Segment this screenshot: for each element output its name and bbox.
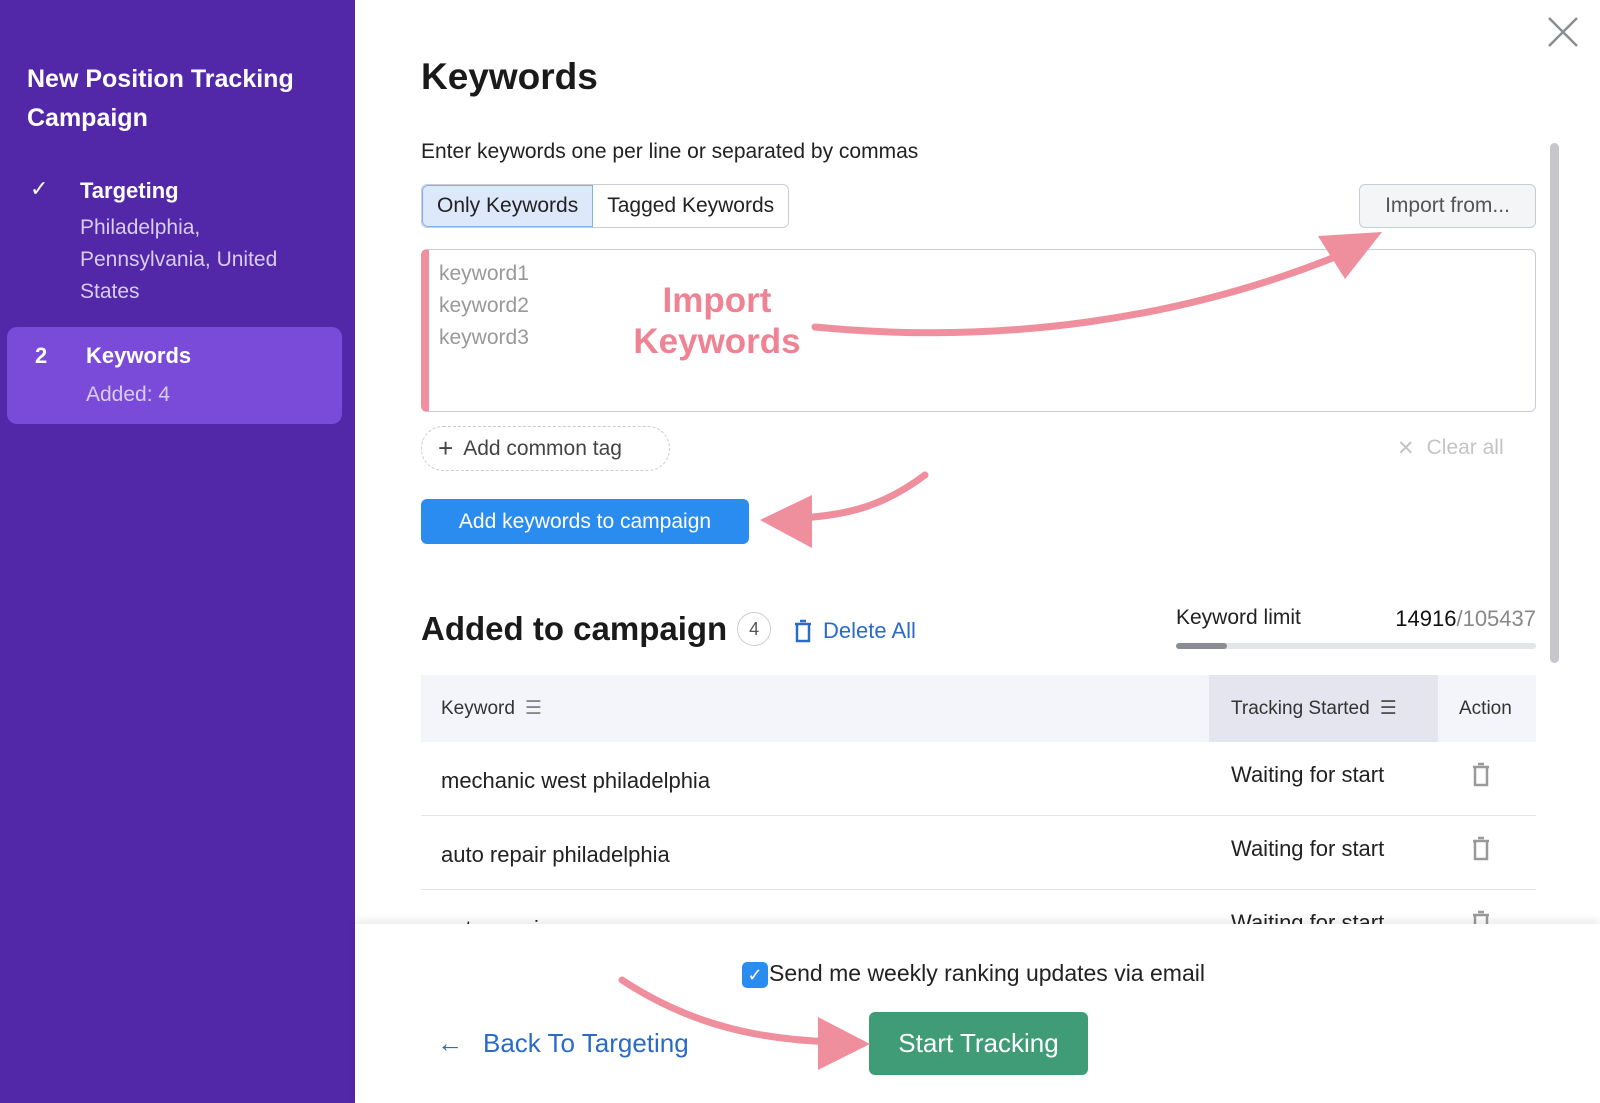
trash-icon[interactable] [1471, 762, 1491, 788]
x-icon: ✕ [1397, 437, 1415, 460]
tab-tagged-keywords[interactable]: Tagged Keywords [593, 185, 788, 227]
back-label: Back To Targeting [483, 1028, 689, 1058]
back-to-targeting-button[interactable]: ← Back To Targeting [437, 1028, 689, 1059]
status-cell: Waiting for start [1231, 762, 1385, 787]
keyword-cell: mechanic west philadelphia [441, 768, 711, 793]
table-row: auto repair philadelphia Waiting for sta… [421, 816, 1536, 890]
col-action: Action [1459, 675, 1512, 742]
add-tag-label: Add common tag [463, 436, 622, 460]
step-detail: Philadelphia, [80, 216, 201, 239]
add-common-tag-button[interactable]: + Add common tag [421, 426, 670, 471]
step-keywords[interactable]: 2 Keywords Added: 4 [7, 327, 342, 424]
col-label: Tracking Started [1231, 697, 1370, 719]
clear-all-label: Clear all [1426, 436, 1504, 459]
keyword-limit: Keyword limit 14916/105437 [1176, 606, 1536, 632]
tab-only-keywords[interactable]: Only Keywords [422, 185, 594, 227]
keyword-used: 14916 [1395, 606, 1457, 631]
delete-all-button[interactable]: Delete All [793, 618, 916, 644]
arrowhead-icon [760, 495, 812, 548]
annotation-arrow-add [796, 471, 929, 522]
scrollbar[interactable] [1550, 143, 1559, 663]
col-label: Action [1459, 697, 1512, 719]
instruction-text: Enter keywords one per line or separated… [421, 140, 919, 163]
col-label: Keyword [441, 697, 515, 719]
status-cell: Waiting for start [1231, 836, 1385, 861]
keyword-total: /105437 [1456, 606, 1536, 631]
arrow-left-icon: ← [437, 1028, 463, 1058]
keyword-limit-bar [1176, 643, 1536, 649]
placeholder-line: keyword1 [439, 262, 529, 285]
keywords-input[interactable]: keyword1 keyword2 keyword3 [421, 249, 1536, 412]
import-from-button[interactable]: Import from... [1359, 184, 1536, 228]
keyword-mode-toggle: Only Keywords Tagged Keywords [421, 184, 790, 228]
email-checkbox[interactable]: ✓ [742, 962, 768, 988]
close-icon[interactable] [1545, 14, 1581, 50]
email-checkbox-label: Send me weekly ranking updates via email [769, 960, 1205, 986]
table-row: mechanic west philadelphia Waiting for s… [421, 742, 1536, 816]
step-detail: Pennsylvania, United [80, 248, 278, 271]
clear-all-button[interactable]: ✕ Clear all [1397, 436, 1504, 461]
campaign-title: New Position Tracking Campaign [27, 65, 294, 132]
table-header: Keyword ☰ Tracking Started ☰ Action [421, 675, 1536, 742]
step-targeting[interactable]: Targeting Philadelphia, Pennsylvania, Un… [80, 178, 277, 308]
sidebar: New Position Tracking Campaign ✓ Targeti… [0, 0, 355, 1103]
col-tracking-started[interactable]: Tracking Started ☰ [1209, 675, 1438, 742]
page-title: Keywords [421, 56, 598, 97]
step-detail: States [80, 280, 140, 303]
added-title: Added to campaign [421, 610, 728, 647]
placeholder-line: keyword2 [439, 294, 529, 317]
keyword-limit-label: Keyword limit [1176, 606, 1301, 629]
step-detail: Added: 4 [86, 383, 171, 406]
plus-icon: + [438, 433, 454, 463]
trash-icon [795, 619, 811, 643]
check-icon: ✓ [30, 176, 49, 201]
start-tracking-button[interactable]: Start Tracking [869, 1012, 1088, 1075]
step-label: Keywords [86, 343, 192, 368]
sort-icon: ☰ [1379, 698, 1397, 719]
step-label: Targeting [80, 178, 179, 203]
add-keywords-button[interactable]: Add keywords to campaign [421, 499, 749, 544]
added-count-badge: 4 [737, 612, 772, 646]
annotation-import-keywords: Import Keywords [633, 281, 801, 361]
added-heading: Added to campaign 4 [421, 610, 772, 648]
keyword-cell: auto repair philadelphia [441, 842, 670, 867]
trash-icon[interactable] [1471, 836, 1491, 862]
sort-icon: ☰ [524, 698, 542, 719]
col-keyword[interactable]: Keyword ☰ [441, 675, 542, 742]
keyword-limit-fill [1176, 643, 1227, 649]
delete-all-label: Delete All [823, 618, 916, 643]
step-number: 2 [35, 343, 48, 368]
placeholder-line: keyword3 [439, 326, 529, 349]
